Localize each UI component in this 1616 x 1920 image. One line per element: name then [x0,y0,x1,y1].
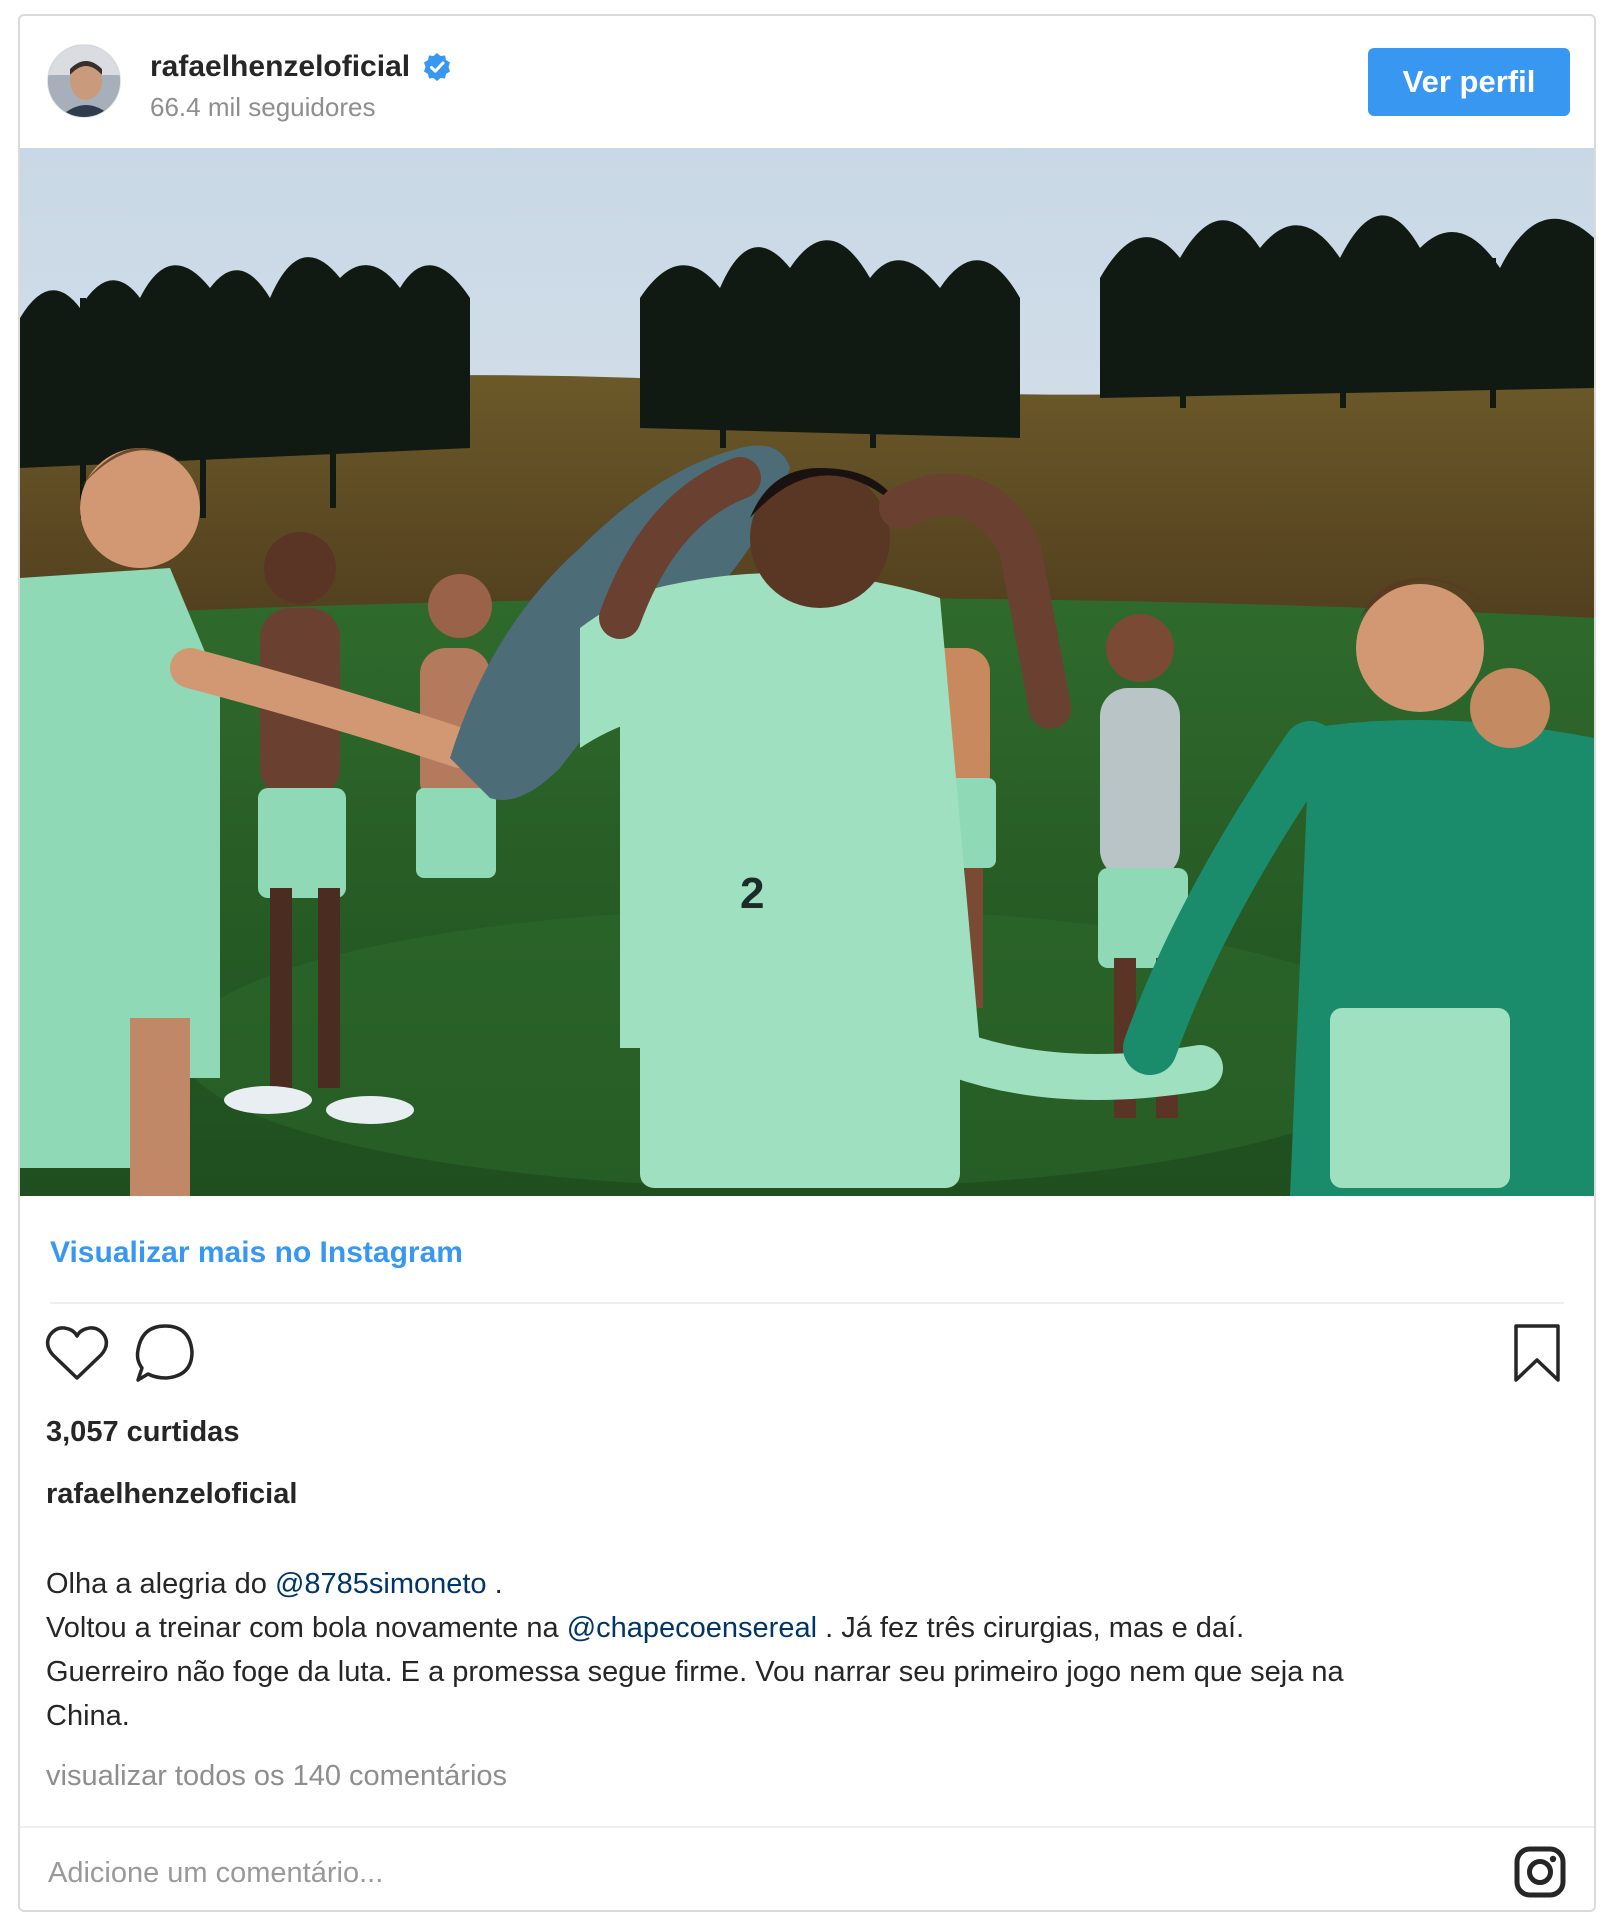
view-all-comments-link[interactable]: visualizar todos os 140 comentários [46,1760,507,1793]
heart-icon[interactable] [42,1318,112,1388]
divider [50,1302,1564,1304]
caption-line1-end: . [486,1568,503,1600]
view-profile-button[interactable]: Ver perfil [1368,48,1570,116]
caption-line: Voltou a treinar com bola novamente na @… [46,1606,1566,1650]
avatar[interactable] [47,44,121,118]
instagram-embed: rafaelhenzeloficial 66.4 mil seguidores … [18,14,1596,1912]
profile-username[interactable]: rafaelhenzeloficial [150,50,452,84]
likes-count[interactable]: 3,057 curtidas [46,1416,239,1449]
caption-username[interactable]: rafaelhenzeloficial [46,1478,297,1511]
view-more-on-instagram-link[interactable]: Visualizar mais no Instagram [50,1236,463,1270]
caption-line2-text: Voltou a treinar com bola novamente na [46,1612,567,1644]
action-bar [20,1318,1594,1398]
caption-line: Olha a alegria do @8785simoneto . [46,1562,1566,1606]
username-text[interactable]: rafaelhenzeloficial [150,50,410,84]
bookmark-icon[interactable] [1502,1318,1572,1388]
post-photo[interactable]: 2 [20,148,1594,1196]
mention-link-simoneto[interactable]: @8785simoneto [275,1568,487,1600]
caption-line4: China. [46,1700,130,1732]
mention-link-chapecoense[interactable]: @chapecoensereal [567,1612,817,1644]
comment-icon[interactable] [130,1318,200,1388]
caption-line1-text: Olha a alegria do [46,1568,275,1600]
post-header: rafaelhenzeloficial 66.4 mil seguidores … [20,16,1594,148]
caption-line3: Guerreiro não foge da luta. E a promessa… [46,1656,1344,1688]
instagram-logo-icon[interactable] [1512,1844,1568,1900]
comment-area [20,1826,1594,1910]
comment-input[interactable] [46,1852,1350,1894]
verified-badge-icon [422,52,452,82]
caption-text: Olha a alegria do @8785simoneto . Voltou… [46,1562,1566,1738]
caption-line2-end: . Já fez três cirurgias, mas e daí. [817,1612,1245,1644]
jersey-number: 2 [740,869,764,918]
followers-count: 66.4 mil seguidores [150,92,376,122]
